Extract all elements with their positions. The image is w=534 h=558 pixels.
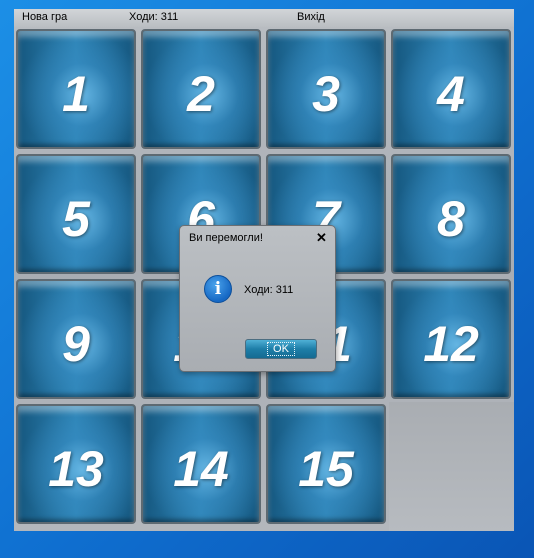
menu-exit[interactable]: Вихід	[297, 11, 325, 23]
tile-9[interactable]: 9	[16, 279, 136, 399]
close-icon[interactable]: ✕	[316, 230, 327, 246]
tile-14[interactable]: 14	[141, 404, 261, 524]
dialog-title: Ви перемогли!	[189, 232, 263, 244]
ok-button[interactable]: OK	[245, 339, 317, 359]
menu-bar: Нова гра Ходи: 311 Вихід	[14, 9, 514, 27]
moves-counter: Ходи: 311	[129, 11, 179, 23]
info-icon: i	[204, 275, 232, 303]
tile-1[interactable]: 1	[16, 29, 136, 149]
dialog-message: Ходи: 311	[244, 284, 294, 296]
tile-5[interactable]: 5	[16, 154, 136, 274]
tile-8[interactable]: 8	[391, 154, 511, 274]
tile-2[interactable]: 2	[141, 29, 261, 149]
menu-new-game[interactable]: Нова гра	[22, 11, 67, 23]
tile-12[interactable]: 12	[391, 279, 511, 399]
tile-4[interactable]: 4	[391, 29, 511, 149]
empty-slot	[389, 402, 514, 531]
ok-button-label: OK	[267, 342, 295, 356]
tile-13[interactable]: 13	[16, 404, 136, 524]
tile-3[interactable]: 3	[266, 29, 386, 149]
tile-15[interactable]: 15	[266, 404, 386, 524]
win-dialog: Ви перемогли! ✕ i Ходи: 311 OK	[179, 225, 336, 372]
